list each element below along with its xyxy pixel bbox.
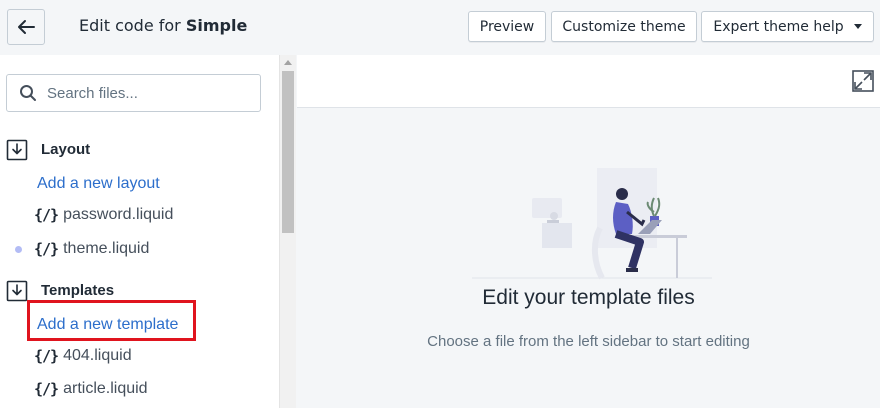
top-bar: Edit code for Simple Preview Customize t… (0, 0, 880, 55)
file-name: theme.liquid (63, 240, 150, 257)
preview-button[interactable]: Preview (468, 11, 546, 42)
empty-state-subtitle: Choose a file from the left sidebar to s… (427, 333, 750, 350)
section-label-templates: Templates (41, 282, 115, 299)
back-button[interactable] (7, 9, 45, 45)
file-item-article[interactable]: {/} article.liquid (34, 380, 148, 398)
customize-theme-button-label: Customize theme (562, 18, 686, 35)
section-label-layout: Layout (41, 141, 91, 158)
person-at-desk-illustration (472, 168, 712, 280)
customize-theme-button[interactable]: Customize theme (551, 11, 697, 42)
code-file-icon: {/} (34, 380, 59, 398)
expert-theme-help-button[interactable]: Expert theme help (701, 11, 874, 42)
highlight-box (27, 300, 196, 341)
file-item-theme[interactable]: {/} theme.liquid (34, 240, 149, 258)
file-item-404[interactable]: {/} 404.liquid (34, 347, 132, 365)
code-file-icon: {/} (34, 206, 59, 224)
empty-state-title: Edit your template files (482, 286, 695, 309)
search-box[interactable] (6, 74, 261, 112)
preview-button-label: Preview (479, 18, 535, 35)
unsaved-indicator-dot (15, 246, 22, 253)
search-icon (20, 85, 36, 101)
page-title: Edit code for Simple (79, 16, 247, 35)
search-input[interactable] (47, 83, 247, 103)
expert-theme-help-label: Expert theme help (713, 18, 844, 35)
folder-download-icon (6, 139, 28, 161)
scroll-up-arrow-icon[interactable] (284, 60, 292, 65)
page-title-prefix: Edit code for (79, 16, 186, 35)
code-file-icon: {/} (34, 347, 59, 365)
folder-download-icon (6, 280, 28, 302)
section-layout[interactable]: Layout (6, 138, 90, 162)
caret-down-icon (853, 24, 862, 29)
add-new-layout-link[interactable]: Add a new layout (37, 175, 160, 193)
file-sidebar: Layout Add a new layout {/} password.liq… (0, 55, 279, 408)
expand-icon[interactable] (852, 70, 874, 92)
section-templates[interactable]: Templates (6, 279, 114, 303)
file-name: password.liquid (63, 206, 174, 223)
file-item-password[interactable]: {/} password.liquid (34, 206, 173, 224)
back-arrow-icon (18, 20, 35, 34)
scrollbar-thumb[interactable] (282, 71, 294, 233)
sidebar-scrollbar[interactable] (279, 55, 296, 408)
editor-empty-state: Edit your template files Choose a file f… (297, 108, 880, 408)
file-name: 404.liquid (63, 347, 132, 364)
editor-header (297, 55, 880, 108)
file-name: article.liquid (63, 380, 148, 397)
code-file-icon: {/} (34, 240, 59, 258)
theme-name: Simple (185, 16, 248, 35)
